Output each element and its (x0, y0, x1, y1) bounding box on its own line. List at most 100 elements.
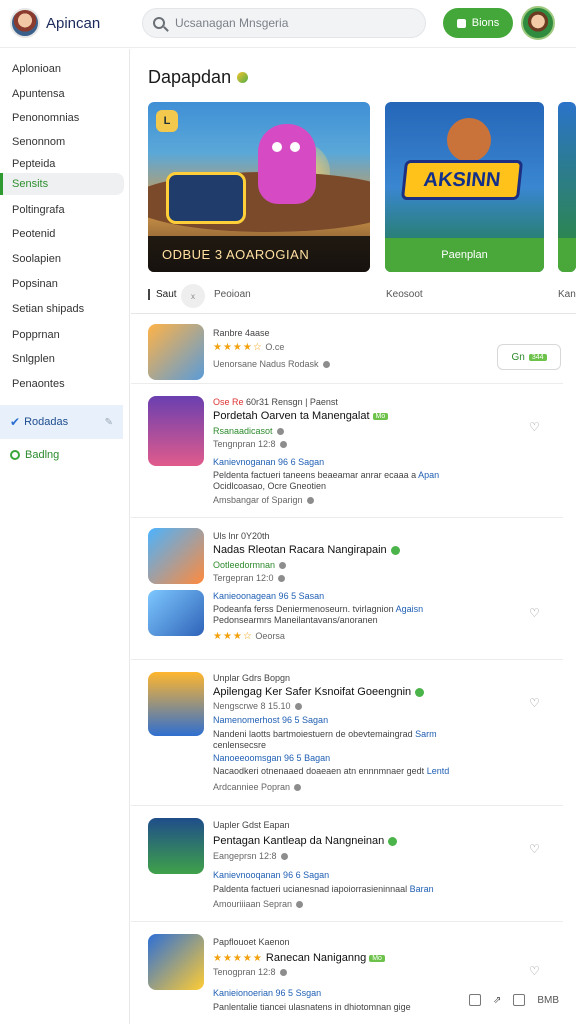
filter-chip[interactable]: x (181, 284, 205, 308)
post-body: Pedonsearmrs Maneilantavans/anoranen (213, 615, 378, 625)
install-button[interactable]: Gn 344 (497, 344, 561, 370)
featured-card-3[interactable] (558, 102, 576, 272)
bag-icon (456, 18, 466, 28)
like-icon[interactable]: ♡ (529, 606, 540, 620)
post-item[interactable]: Uls lnr 0Y20th Nadas Rleotan Racara Nang… (131, 518, 563, 660)
like-icon[interactable]: ♡ (529, 842, 540, 856)
post-body-link[interactable]: Baran (410, 884, 434, 894)
post-title-text: Pordetah Oarven ta Manengalat (213, 410, 370, 422)
sidebar-item[interactable]: Penaontes (0, 373, 124, 395)
sidebar-item-label: Peotenid (12, 228, 56, 240)
sidebar-item[interactable]: Aplonioan (0, 58, 124, 80)
post-thumbnail (148, 818, 204, 874)
toolbar-label[interactable]: BMB (537, 995, 559, 1006)
bottom-toolbar: ⇗ BMB (469, 994, 559, 1006)
filter-tab[interactable]: Saut (148, 289, 177, 300)
sidebar-item[interactable]: Peotenid (0, 223, 124, 245)
pin-icon[interactable]: ✎ (105, 417, 113, 428)
sidebar-item-label: Penonomnias (12, 112, 80, 124)
like-icon[interactable]: ♡ (529, 420, 540, 434)
post-body-link[interactable]: Sarm (415, 729, 437, 739)
post-title[interactable]: ★★★★★ Ranecan Naniganng Mo (213, 952, 385, 964)
main-content: Dapapdan L ODBUE 3 AOAROGIAN AKSINN Paen… (131, 49, 576, 1024)
post-link[interactable]: Kanieionoerian 96 5 Ssgan (213, 988, 321, 998)
rating-stars: ★★★☆ (213, 631, 253, 642)
post-meta: Papflouoet Kaenon (213, 937, 290, 947)
cta-button[interactable]: Bions (443, 8, 513, 38)
post-footer: Ardcanniee Popran (213, 782, 302, 792)
post-body-link[interactable]: Apan (418, 470, 439, 480)
game-logo-letter: L (163, 115, 171, 127)
sidebar-item-verified[interactable]: ✔ Rodadas ✎ (0, 405, 123, 439)
info-icon (322, 361, 330, 369)
sidebar-item[interactable]: Popprnan (0, 324, 124, 346)
cta-label: Bions (471, 17, 500, 29)
sidebar-item-label: Setian shipads (12, 303, 85, 315)
grid-icon[interactable] (513, 994, 526, 1006)
featured-card-2[interactable]: AKSINN Paenplan (385, 102, 544, 272)
post-link[interactable]: Kanievnoganan 96 6 Sagan (213, 457, 324, 467)
post-link[interactable]: Namenomerhost 96 5 Sagan (213, 715, 328, 725)
post-link[interactable]: Nanoeeoomsgan 96 5 Bagan (213, 753, 330, 763)
post-time: Nengscrwe 8 15.10 (213, 701, 302, 711)
post-body: Panlentalie tiancei ulasnatens in dhioto… (213, 1002, 411, 1012)
like-icon[interactable]: ♡ (529, 696, 540, 710)
post-item[interactable]: Unplar Gdrs Bopgn Apilengag Ker Safer Ks… (131, 660, 563, 806)
filter-tab[interactable]: Keosoot (386, 289, 423, 300)
sidebar-special-label: Rodadas (24, 416, 69, 428)
post-body-link[interactable]: Lentd (427, 766, 450, 776)
post-title[interactable]: Pentagan Kantleap da Nangneinan (213, 835, 398, 847)
sidebar-item[interactable]: Soolapien (0, 248, 124, 270)
list-item[interactable]: Ranbre 4aase ★★★★☆ O.ce Uenorsane Nadus … (131, 314, 563, 384)
app-sub: Uenorsane Nadus Rodask (213, 359, 330, 369)
verified-icon: ✔ (10, 415, 21, 429)
post-title-text: Ranecan Naniganng (265, 952, 367, 964)
sidebar-item-label: Popsinan (12, 278, 58, 290)
sidebar-item[interactable]: Penonomnias (0, 107, 124, 129)
post-thumbnail (148, 528, 204, 584)
post-title[interactable]: Pordetah Oarven ta Manengalat Mo (213, 410, 389, 422)
sidebar-item[interactable]: Apuntensa (0, 83, 124, 105)
copy-icon[interactable] (469, 994, 481, 1006)
sidebar-item-active[interactable]: Sensits (0, 173, 124, 195)
brand[interactable]: Apincan (10, 8, 100, 38)
sidebar-item-label: Soolapien (12, 253, 61, 265)
featured-card-1[interactable]: L ODBUE 3 AOAROGIAN (148, 102, 370, 272)
post-time-text: Tengnpran 12:8 (213, 439, 276, 449)
sidebar-item[interactable]: Popsinan (0, 273, 124, 295)
post-link[interactable]: Kanievnooqanan 96 6 Sagan (213, 870, 329, 880)
sidebar-item[interactable]: Pepteida (0, 153, 124, 175)
post-item[interactable]: Papflouoet Kaenon ★★★★★ Ranecan Nanigann… (131, 922, 563, 1024)
post-body-link[interactable]: Agaisn (396, 604, 424, 614)
post-body: Paldenta factueri ucianesnad iapoiorrasi… (213, 884, 434, 895)
post-item[interactable]: Ose Re 60r31 Rensgn | Paenst Pordetah Oa… (131, 384, 563, 518)
filter-tab[interactable]: Kan (558, 289, 576, 300)
page-title: Dapapdan (148, 67, 249, 88)
filter-tab[interactable]: Peoioan (214, 289, 251, 300)
featured-play-button[interactable]: Paenplan (385, 238, 544, 272)
search-bar[interactable]: Ucsanagan Mnsgeria (142, 8, 426, 38)
user-avatar[interactable] (521, 6, 555, 40)
info-icon (306, 497, 314, 505)
sidebar-item[interactable]: Poltingrafa (0, 199, 124, 221)
post-item[interactable]: Uapler Gdst Eapan Pentagan Kantleap da N… (131, 806, 563, 922)
like-icon[interactable]: ♡ (529, 964, 540, 978)
sidebar-item-green[interactable]: Badlng (10, 449, 59, 461)
sidebar-item[interactable]: Setian shipads (0, 298, 124, 320)
post-meta-red: Ose Re (213, 397, 244, 407)
post-tag: Mo (372, 412, 389, 420)
post-footer-text: Amsbangar of Sparign (213, 495, 303, 505)
post-link[interactable]: Kanieoonagean 96 5 Sasan (213, 591, 324, 601)
post-body: Nandeni laotts bartmoiestuern de obevtem… (213, 729, 437, 740)
post-title[interactable]: Nadas Rleotan Racara Nangirapain (213, 544, 400, 556)
rating-text: O.ce (265, 342, 285, 352)
sidebar-item-label: Senonnom (12, 136, 66, 148)
post-meta: Uapler Gdst Eapan (213, 820, 290, 830)
share-icon[interactable]: ⇗ (493, 995, 501, 1006)
post-footer-text: Amouriiiaan Sepran (213, 899, 293, 909)
sidebar-item[interactable]: Snlgplen (0, 348, 124, 370)
info-icon (279, 441, 287, 449)
post-title[interactable]: Apilengag Ker Safer Ksnoifat Goeengnin (213, 686, 425, 698)
sidebar-item[interactable]: Senonnom (0, 131, 124, 153)
post-time: Tengnpran 12:8 (213, 439, 287, 449)
